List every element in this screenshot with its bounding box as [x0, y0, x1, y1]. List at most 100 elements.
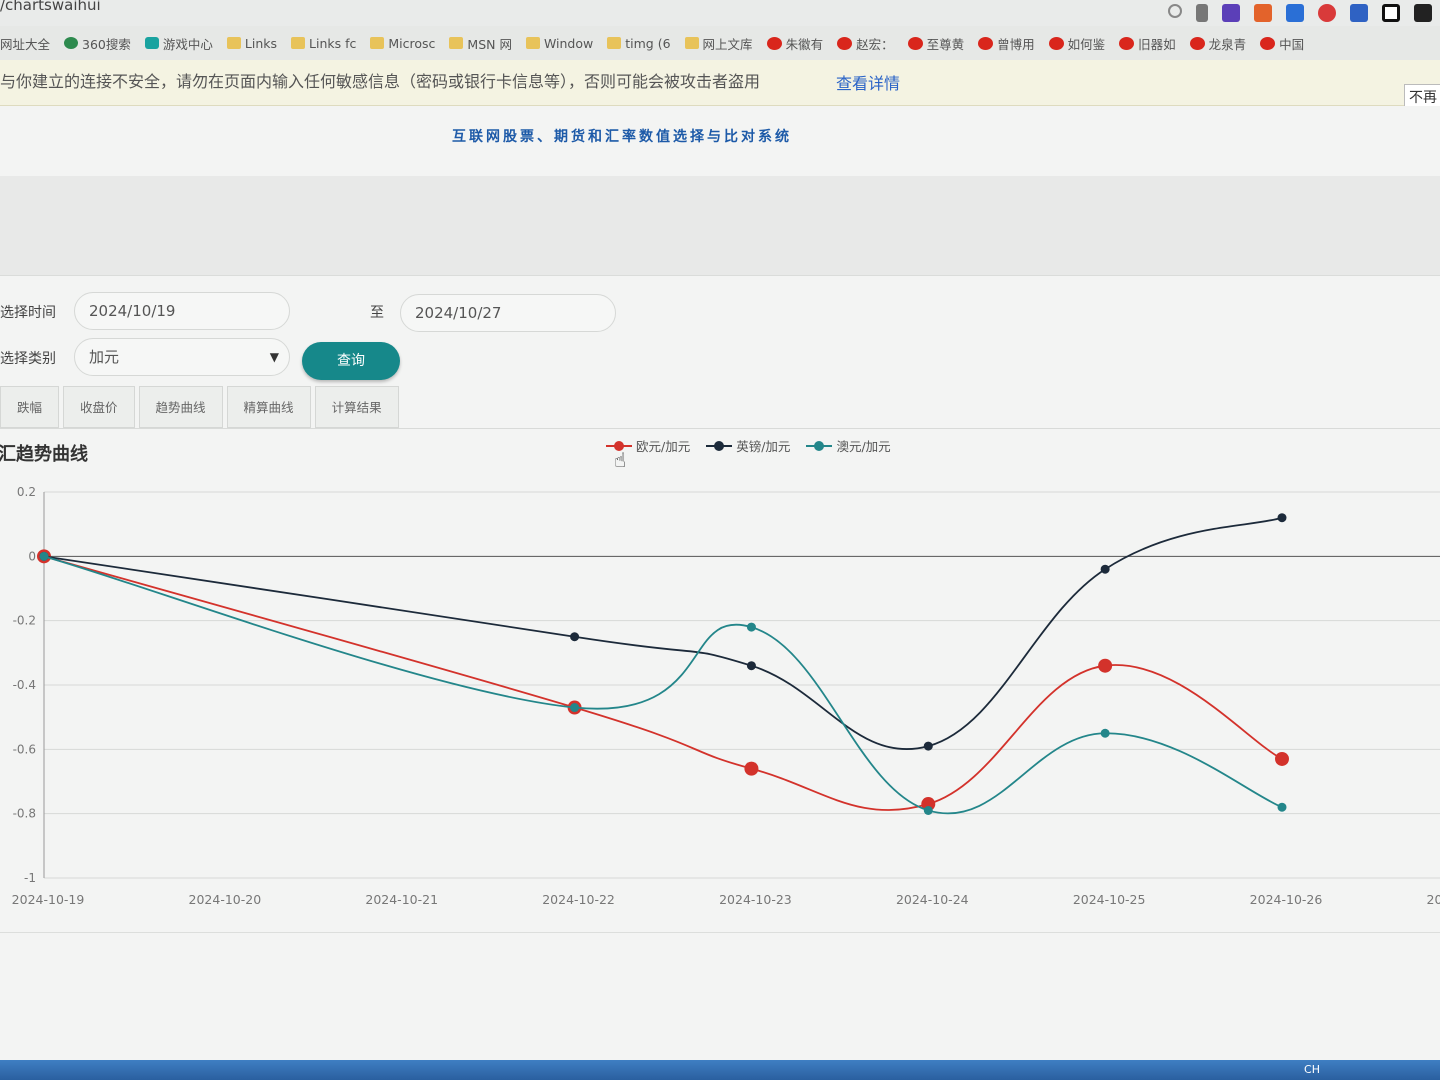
bookmark-label: 旧器如: [1138, 36, 1176, 52]
data-point: [1277, 513, 1287, 523]
category-select[interactable]: 加元 ▼: [74, 338, 290, 376]
bookmark-item[interactable]: 网址大全: [0, 34, 50, 53]
data-point: [1098, 658, 1113, 673]
series-line: [43, 516, 1283, 750]
x-tick-label: 2024-10-20: [189, 892, 262, 907]
legend-item[interactable]: 澳元/加元: [806, 436, 891, 455]
bookmark-label: 朱徽有: [785, 36, 824, 52]
trend-chart: 0.2 0 -0.2 -0.4 -0.6 -0.8 -1 2024-10-19 2024-10-…: [12, 485, 1440, 907]
x-tick-label: 2024-10-19: [12, 892, 85, 907]
weibo-icon: [766, 36, 782, 50]
bookmark-item[interactable]: 360搜索: [64, 34, 131, 53]
y-tick-label: 0.2: [17, 485, 36, 499]
bookmarks-bar: 网址大全 360搜索 游戏中心 Links Links fc Microsc MSN 网 Wi…: [0, 26, 1440, 60]
bookmark-item[interactable]: Links: [226, 35, 278, 51]
orange-app-icon[interactable]: [1254, 4, 1272, 22]
bookmark-label: timg (6: [625, 35, 671, 51]
y-tick-label: -0.6: [13, 742, 36, 756]
bookmark-label: 360搜索: [82, 36, 131, 52]
bookmark-item[interactable]: 赵宏：: [837, 34, 894, 53]
data-point: [746, 661, 756, 671]
bookmark-label: Links: [244, 35, 278, 51]
bookmark-item[interactable]: MSN 网: [449, 34, 512, 53]
purple-app-icon[interactable]: [1222, 4, 1240, 22]
warning-text: 与你建立的连接不安全，请勿在页面内输入任何敏感信息（密码或银行卡信息等），否则可…: [0, 72, 761, 91]
toolbar-icons: [1168, 4, 1432, 22]
eye-icon[interactable]: [1318, 4, 1336, 22]
bookmark-item[interactable]: 龙泉青: [1189, 34, 1246, 53]
bookmark-item[interactable]: 中国: [1260, 34, 1304, 53]
blue-app-icon[interactable]: [1286, 4, 1304, 22]
bookmark-item[interactable]: 朱徽有: [766, 34, 824, 53]
tab-bar: 跌幅 收盘价 趋势曲线 精算曲线 计算结果: [0, 386, 403, 428]
input-language[interactable]: CH: [1304, 1063, 1320, 1076]
legend-label: 澳元/加元: [836, 439, 891, 454]
search-icon[interactable]: [1168, 4, 1182, 18]
folder-icon: [449, 37, 464, 49]
weibo-icon: [1048, 36, 1064, 50]
data-point: [923, 741, 933, 751]
x-tick-label: 2024-10-25: [1073, 892, 1146, 907]
series-line: [43, 555, 1283, 811]
y-tick-label: -0.2: [13, 614, 36, 628]
data-point: [1275, 751, 1289, 766]
mail-icon[interactable]: [1350, 4, 1368, 22]
bookmark-item[interactable]: 游戏中心: [144, 34, 213, 53]
warning-details-link[interactable]: 查看详情: [836, 70, 900, 94]
query-button[interactable]: 查询: [302, 342, 400, 380]
tab-divider: [0, 428, 1440, 429]
green-icon: [144, 37, 159, 49]
bookmark-item[interactable]: Links fc: [291, 36, 356, 51]
legend-item[interactable]: 英镑/加元: [706, 436, 790, 455]
bookmark-item[interactable]: timg (6: [607, 35, 671, 51]
bookmark-label: Microsc: [388, 35, 436, 51]
tab-item[interactable]: 精算曲线: [226, 386, 311, 428]
bookmark-item[interactable]: 旧器如: [1119, 34, 1176, 53]
bookmark-item[interactable]: 曾博用: [978, 34, 1035, 53]
category-label: 选择类别: [0, 351, 56, 367]
bookmark-item[interactable]: 至尊黄: [907, 34, 965, 53]
data-point: [1100, 728, 1110, 738]
bookmark-item[interactable]: Microsc: [370, 36, 435, 51]
address-bar[interactable]: /chartswaihui: [0, 0, 1440, 26]
x-tick-label: 2024-10-23: [719, 892, 792, 907]
time-label: 选择时间: [0, 305, 56, 321]
tab-item[interactable]: 收盘价: [63, 386, 135, 428]
bookmark-label: 网上文库: [702, 36, 753, 52]
chart-legend: 欧元/加元 英镑/加元 澳元/加元: [606, 436, 891, 455]
screen-icon[interactable]: [1382, 4, 1400, 22]
legend-label: 欧元/加元: [636, 439, 691, 454]
tab-item[interactable]: 跌幅: [0, 386, 60, 428]
x-tick-label: 2024-10-21: [365, 892, 438, 907]
bookmark-label: 网址大全: [0, 36, 51, 52]
folder-icon: [607, 37, 622, 49]
tab-item[interactable]: 计算结果: [314, 386, 399, 428]
start-date-input[interactable]: 2024/10/19: [74, 292, 290, 330]
globe-icon: [64, 37, 79, 49]
page-content: 互联网股票、期货和汇率数值选择与比对系统 选择时间 2024/10/19 至 2…: [0, 106, 1440, 1060]
folder-icon: [525, 37, 540, 49]
bookmark-label: 如何鉴: [1067, 36, 1106, 52]
chart-title: 汇趋势曲线: [0, 444, 88, 465]
bookmark-item[interactable]: 网上文库: [684, 34, 753, 53]
tab-item[interactable]: 趋势曲线: [138, 386, 223, 428]
weibo-icon: [1260, 36, 1276, 50]
bookmark-item[interactable]: Window: [525, 36, 593, 51]
data-point: [744, 761, 759, 776]
weibo-icon: [1189, 36, 1205, 50]
weibo-icon: [978, 36, 994, 50]
data-point: [570, 703, 580, 713]
header-band: [0, 176, 1440, 276]
puzzle-icon[interactable]: [1414, 4, 1432, 22]
bookmark-label: 游戏中心: [162, 36, 213, 52]
url-text[interactable]: /chartswaihui: [0, 0, 101, 14]
folder-icon: [370, 37, 385, 49]
end-date-input[interactable]: 2024/10/27: [400, 294, 616, 332]
bookmark-label: 至尊黄: [926, 36, 965, 52]
legend-marker: [706, 440, 733, 452]
scissors-icon[interactable]: [1196, 4, 1208, 22]
y-tick-label: 0: [28, 549, 36, 563]
folder-icon: [684, 37, 699, 49]
bookmark-item[interactable]: 如何鉴: [1048, 34, 1106, 53]
data-point: [1277, 802, 1287, 812]
